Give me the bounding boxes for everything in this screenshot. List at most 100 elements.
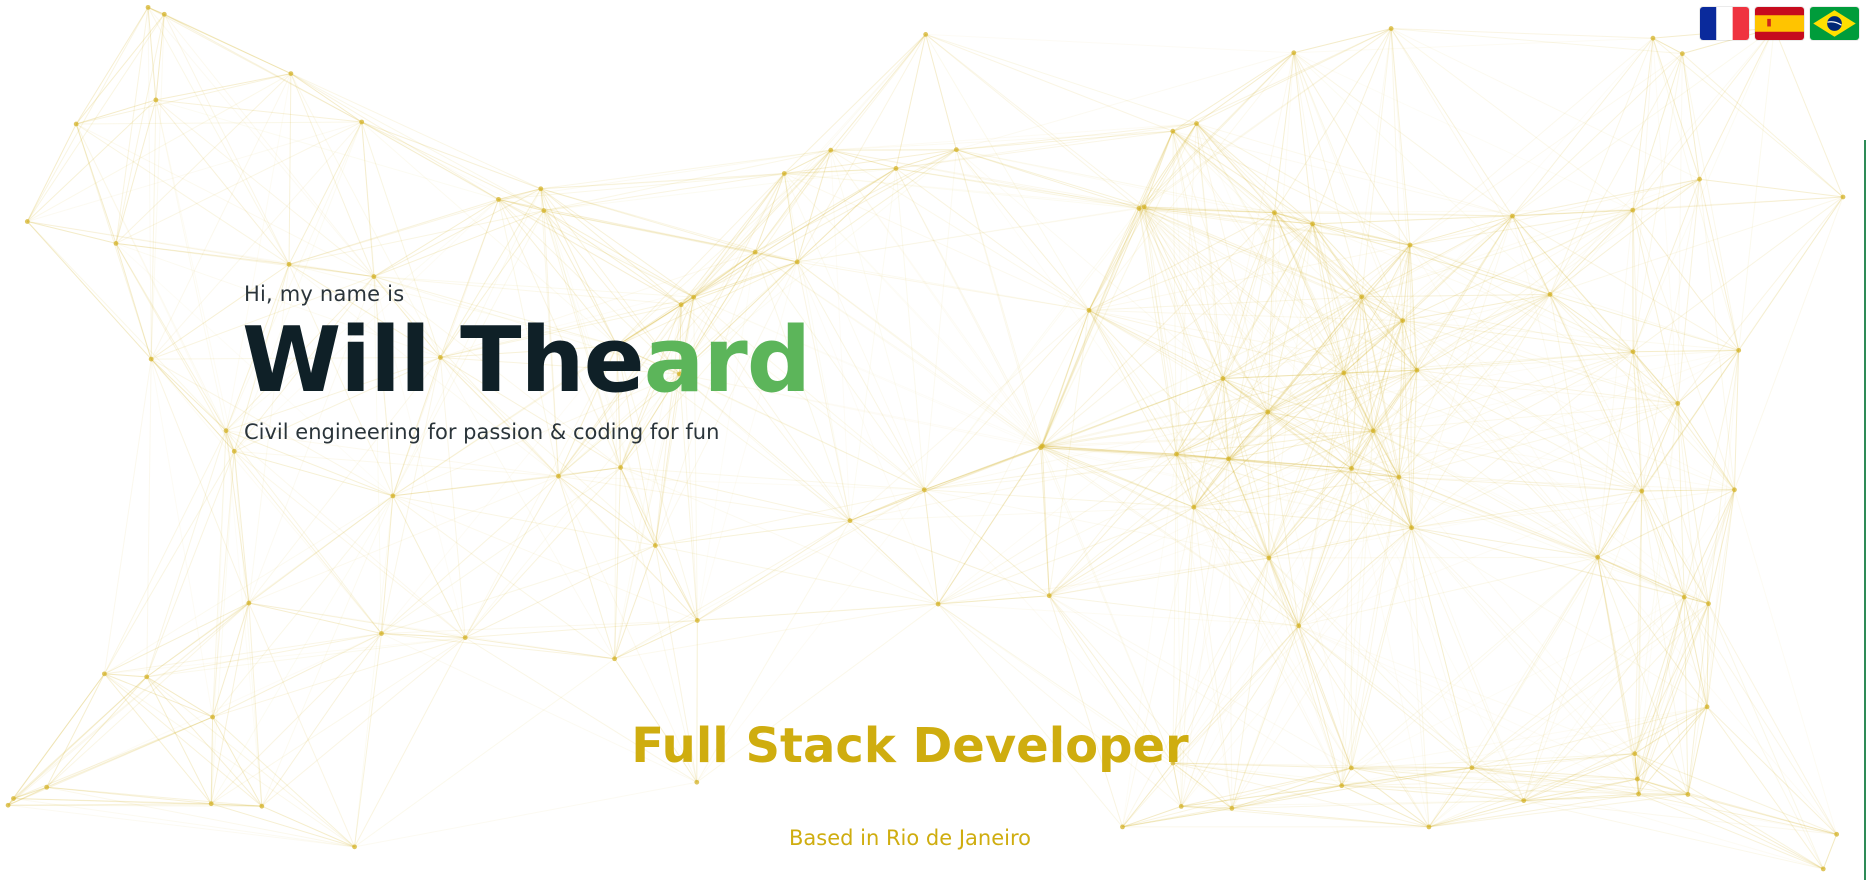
network-link (925, 34, 957, 150)
network-link (830, 34, 927, 151)
network-link (830, 150, 925, 490)
network-link (849, 520, 939, 605)
network-node (1086, 307, 1092, 313)
network-link (1122, 557, 1270, 828)
network-link (164, 13, 292, 75)
network-node (694, 618, 700, 623)
network-link (13, 786, 47, 799)
network-link (754, 168, 897, 253)
network-link (697, 520, 851, 621)
network-link (392, 495, 698, 621)
network-link (233, 451, 250, 604)
network-node (390, 493, 396, 499)
network-link (1632, 38, 1654, 352)
network-link (1398, 402, 1678, 478)
network-link (1822, 834, 1838, 870)
network-link (955, 149, 1090, 311)
network-node (1650, 35, 1656, 41)
network-node (1704, 704, 1710, 710)
network-link (925, 34, 1145, 208)
network-node (678, 302, 684, 308)
network-node (1407, 242, 1413, 248)
network-link (1048, 595, 1123, 828)
network-node (286, 261, 292, 267)
network-link (1391, 28, 1653, 39)
network-link (27, 121, 362, 222)
network-link (155, 99, 290, 265)
network-link (147, 7, 152, 360)
network-node (1634, 776, 1640, 782)
network-link (155, 99, 362, 123)
network-node (612, 656, 617, 662)
network-node (1685, 792, 1691, 797)
network-node (828, 147, 834, 153)
network-link (288, 121, 363, 265)
network-node (935, 601, 941, 607)
network-node (691, 294, 697, 300)
network-link (27, 221, 374, 278)
network-node (1191, 504, 1197, 510)
network-node (1229, 805, 1235, 811)
network-node (1636, 791, 1641, 797)
network-node (1291, 50, 1297, 56)
network-node (288, 71, 294, 77)
network-link (925, 33, 1173, 132)
network-link (146, 359, 152, 677)
network-link (796, 261, 925, 491)
network-node (1400, 318, 1406, 324)
brazilian-flag-icon[interactable] (1810, 7, 1859, 40)
network-link (361, 121, 545, 212)
network-node (5, 802, 11, 808)
network-link (1268, 556, 1598, 559)
network-link (895, 34, 927, 169)
network-link (938, 603, 1299, 627)
network-link (1398, 320, 1404, 478)
network-node (1736, 347, 1742, 353)
network-node (73, 121, 79, 127)
spanish-flag-icon[interactable] (1755, 7, 1804, 40)
french-flag-icon[interactable] (1700, 7, 1749, 40)
network-link (1738, 27, 1775, 351)
network-node (1681, 594, 1687, 600)
network-link (354, 495, 394, 847)
network-link (1390, 28, 1404, 321)
network-link (797, 206, 1145, 263)
network-node (208, 801, 214, 807)
network-node (1310, 221, 1315, 227)
network-link (1637, 778, 1824, 870)
network-link (1231, 767, 1352, 809)
network-link (150, 359, 214, 718)
network-node (953, 147, 959, 153)
network-link (464, 467, 621, 638)
network-node (1595, 554, 1601, 560)
network-link (925, 34, 1140, 209)
network-node (1194, 121, 1199, 126)
network-link (1267, 412, 1270, 558)
network-link (895, 168, 925, 490)
network-link (1398, 476, 1636, 754)
network-link (290, 73, 362, 123)
network-link (26, 221, 152, 360)
network-link (558, 475, 925, 491)
network-link (849, 168, 897, 521)
network-link (1681, 53, 1701, 180)
network-node (538, 186, 544, 192)
network-node (921, 487, 927, 493)
network-node (1840, 194, 1846, 200)
network-link (937, 603, 1182, 807)
network-link (1372, 430, 1709, 605)
network-node (145, 4, 151, 10)
network-link (1512, 37, 1654, 217)
network-node (1170, 128, 1176, 134)
network-link (115, 7, 149, 244)
network-link (1143, 52, 1295, 208)
network-node (1732, 487, 1737, 493)
network-link (925, 33, 1294, 54)
network-node (1341, 370, 1347, 376)
network-node (1820, 866, 1826, 872)
network-link (1042, 296, 1362, 447)
network-link (103, 451, 235, 675)
network-link (290, 73, 541, 190)
network-node (556, 473, 561, 479)
network-link (1411, 370, 1418, 528)
